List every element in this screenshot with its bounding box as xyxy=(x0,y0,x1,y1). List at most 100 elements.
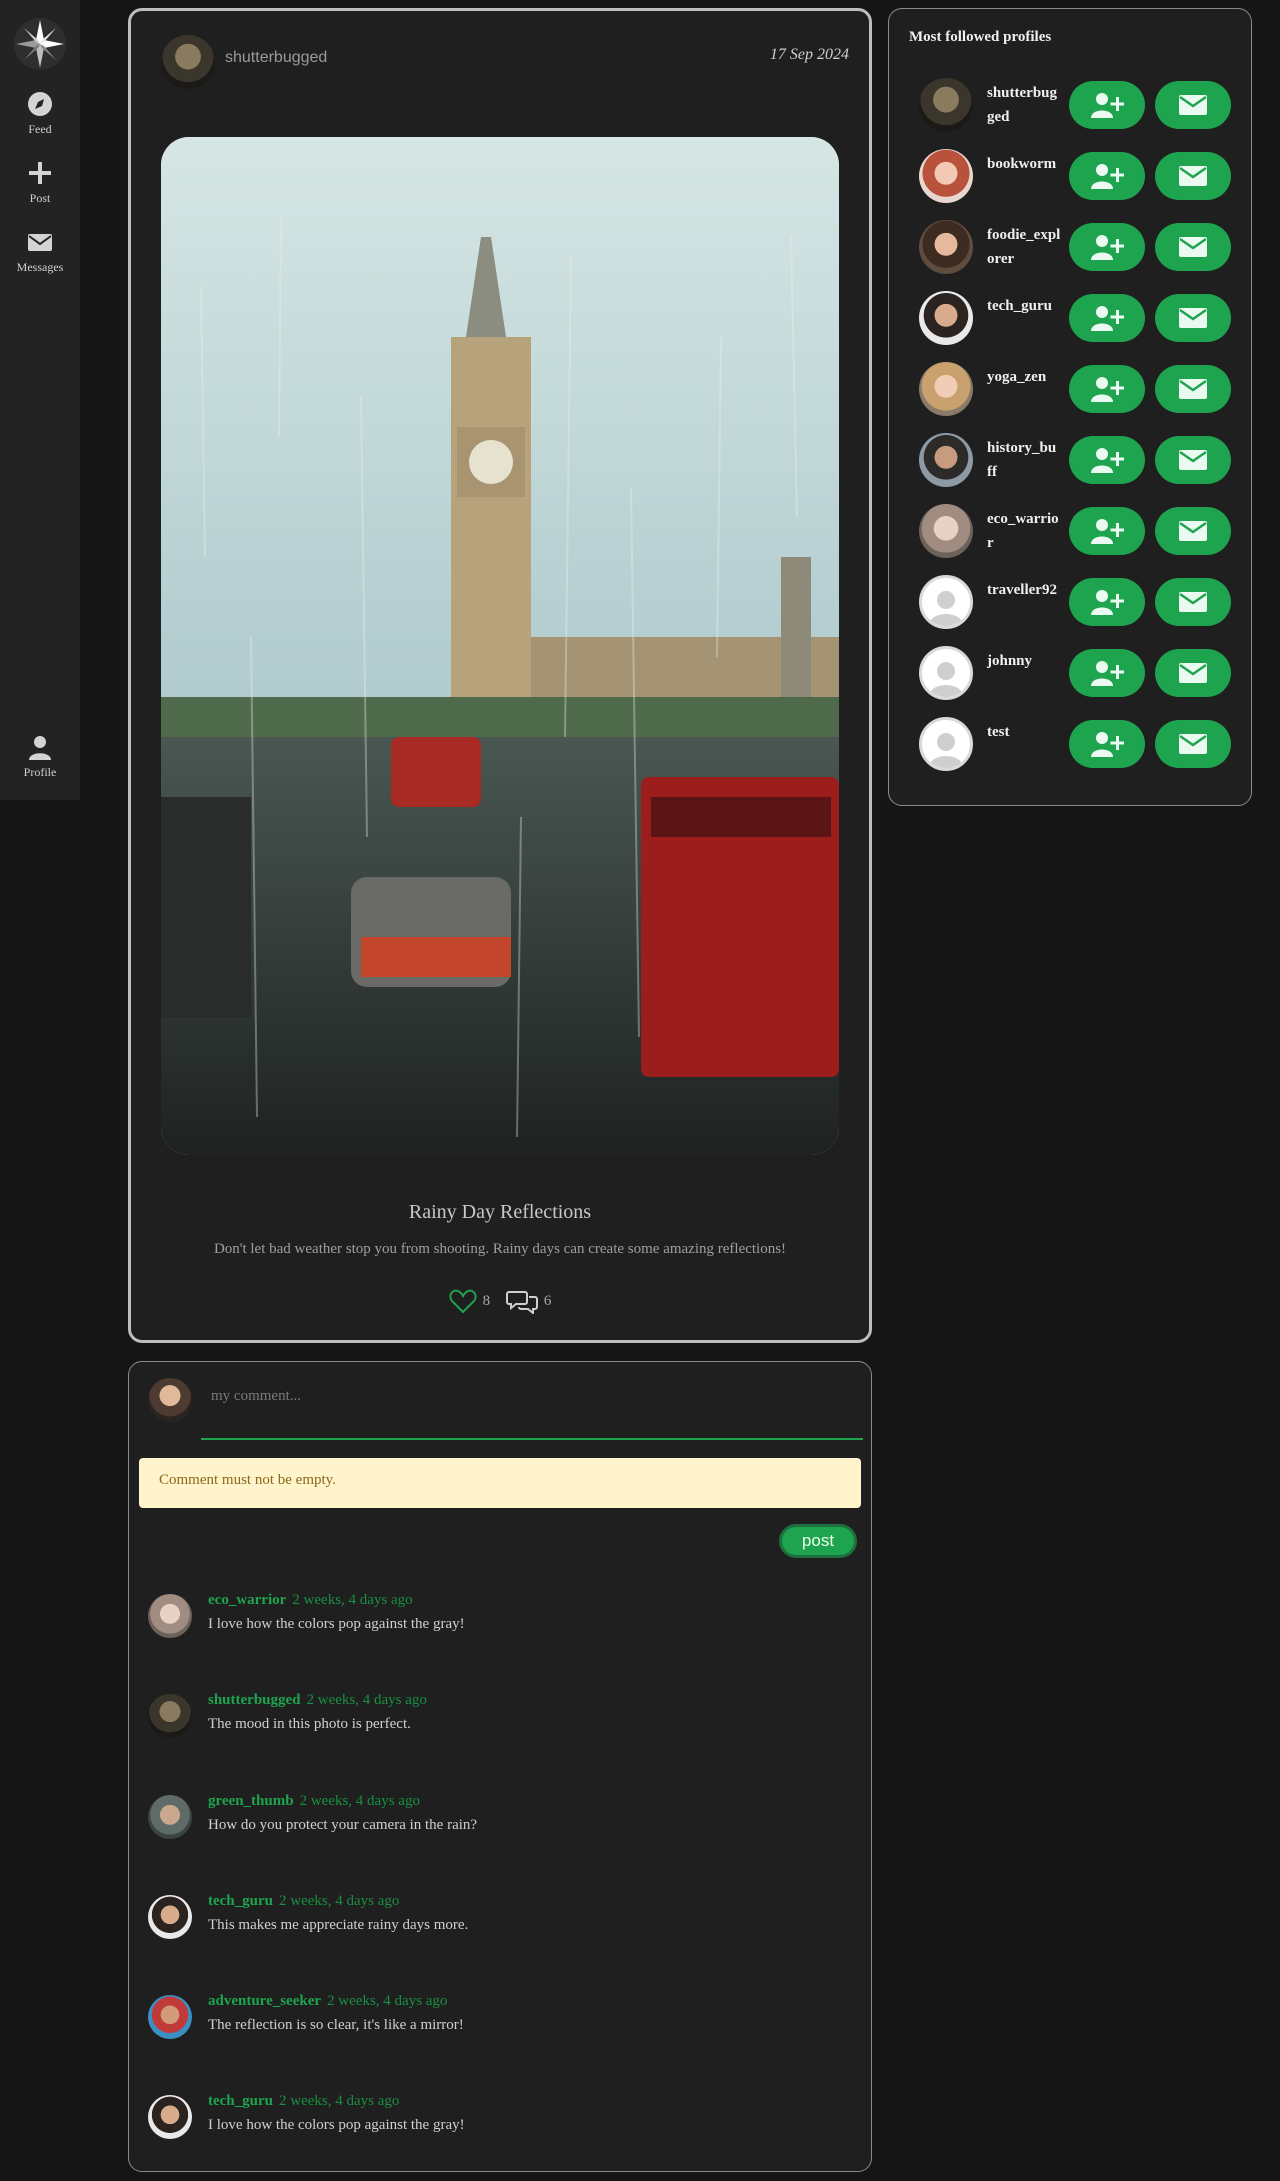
list-item: adventure_seeker 2 weeks, 4 days ago The … xyxy=(148,1993,848,2053)
message-button[interactable] xyxy=(1155,578,1231,626)
heart-icon xyxy=(449,1289,477,1314)
comment-author[interactable]: eco_warrior xyxy=(208,1592,286,1608)
profile-row: foodie_explorer xyxy=(889,217,1251,277)
profile-name[interactable]: history_buff xyxy=(987,436,1061,484)
message-button[interactable] xyxy=(1155,507,1231,555)
comment-author[interactable]: green_thumb xyxy=(208,1793,294,1809)
sidebar-item-messages[interactable]: Messages xyxy=(0,228,80,275)
avatar[interactable] xyxy=(148,1694,192,1738)
sidebar-item-label: Post xyxy=(29,191,51,205)
list-item: eco_warrior 2 weeks, 4 days ago I love ho… xyxy=(148,1592,848,1652)
sidebar-item-profile[interactable]: Profile xyxy=(0,733,80,780)
post-title: Rainy Day Reflections xyxy=(408,1201,592,1223)
post-image[interactable] xyxy=(161,137,839,1155)
profile-row: tech_guru xyxy=(889,288,1251,348)
user-plus-icon xyxy=(1091,377,1124,402)
avatar[interactable] xyxy=(148,2095,192,2139)
follow-button[interactable] xyxy=(1069,365,1145,413)
message-button[interactable] xyxy=(1155,223,1231,271)
message-button[interactable] xyxy=(1155,649,1231,697)
profile-name[interactable]: eco_warrior xyxy=(987,507,1061,555)
message-button[interactable] xyxy=(1155,720,1231,768)
most-followed-panel: Most followed profiles shutterbugged boo… xyxy=(888,8,1252,806)
comment-author[interactable]: adventure_seeker xyxy=(208,1993,321,2009)
follow-button[interactable] xyxy=(1069,152,1145,200)
panel-title: Most followed profiles xyxy=(909,29,1052,45)
profile-name[interactable]: yoga_zen xyxy=(987,365,1061,389)
profile-name[interactable]: johnny xyxy=(987,649,1061,673)
avatar[interactable] xyxy=(148,1594,192,1638)
profile-row: eco_warrior xyxy=(889,501,1251,561)
comments-button[interactable]: 6 xyxy=(505,1288,551,1314)
avatar[interactable] xyxy=(148,1895,192,1939)
comment-text: I love how the colors pop against the gr… xyxy=(208,1616,465,1632)
avatar[interactable] xyxy=(919,291,973,345)
follow-button[interactable] xyxy=(1069,81,1145,129)
avatar[interactable] xyxy=(919,220,973,274)
message-button[interactable] xyxy=(1155,365,1231,413)
avatar[interactable] xyxy=(148,1795,192,1839)
comment-author[interactable]: tech_guru xyxy=(208,1893,273,1909)
sidebar-item-label: Messages xyxy=(16,260,64,274)
list-item: shutterbugged 2 weeks, 4 days ago The moo… xyxy=(148,1692,848,1752)
default-avatar-icon[interactable] xyxy=(919,646,973,700)
error-alert: Comment must not be empty. xyxy=(139,1458,861,1508)
follow-button[interactable] xyxy=(1069,507,1145,555)
comment-text: I love how the colors pop against the gr… xyxy=(208,2117,465,2133)
sidebar-item-label: Profile xyxy=(23,765,57,779)
avatar[interactable] xyxy=(919,504,973,558)
follow-button[interactable] xyxy=(1069,578,1145,626)
profile-row: johnny xyxy=(889,643,1251,703)
envelope-icon xyxy=(1179,450,1207,470)
post-comment-button[interactable]: post xyxy=(779,1524,857,1558)
follow-button[interactable] xyxy=(1069,649,1145,697)
avatar[interactable] xyxy=(919,362,973,416)
comment-author[interactable]: tech_guru xyxy=(208,2093,273,2109)
profile-name[interactable]: bookworm xyxy=(987,152,1061,176)
envelope-icon xyxy=(1179,734,1207,754)
envelope-icon xyxy=(1179,95,1207,115)
user-plus-icon xyxy=(1091,661,1124,686)
message-button[interactable] xyxy=(1155,294,1231,342)
profile-name[interactable]: traveller92 xyxy=(987,578,1061,602)
profile-name[interactable]: shutterbugged xyxy=(987,81,1061,129)
comments-card: Comment must not be empty. post eco_warr… xyxy=(128,1361,872,2172)
user-plus-icon xyxy=(1091,235,1124,260)
envelope-icon xyxy=(1179,166,1207,186)
avatar[interactable] xyxy=(919,78,973,132)
follow-button[interactable] xyxy=(1069,720,1145,768)
envelope-icon xyxy=(26,228,54,256)
avatar[interactable] xyxy=(919,149,973,203)
comment-text: This makes me appreciate rainy days more… xyxy=(208,1917,469,1933)
post-card: shutterbugged 17 Sep 2024 Rainy Day Refl… xyxy=(128,8,872,1343)
default-avatar-icon[interactable] xyxy=(919,717,973,771)
user-plus-icon xyxy=(1091,93,1124,118)
user-plus-icon xyxy=(1091,519,1124,544)
follow-button[interactable] xyxy=(1069,436,1145,484)
follow-button[interactable] xyxy=(1069,294,1145,342)
message-button[interactable] xyxy=(1155,436,1231,484)
post-author[interactable]: shutterbugged xyxy=(225,49,327,67)
sidebar-item-feed[interactable]: Feed xyxy=(0,90,80,137)
profile-name[interactable]: foodie_explorer xyxy=(987,223,1061,271)
like-button[interactable]: 8 xyxy=(449,1288,490,1314)
list-item: tech_guru 2 weeks, 4 days ago This makes … xyxy=(148,1893,848,1953)
default-avatar-icon[interactable] xyxy=(919,575,973,629)
profile-row: history_buff xyxy=(889,430,1251,490)
message-button[interactable] xyxy=(1155,81,1231,129)
comment-text: The mood in this photo is perfect. xyxy=(208,1716,411,1732)
sidebar-item-post[interactable]: Post xyxy=(0,159,80,206)
profile-name[interactable]: tech_guru xyxy=(987,294,1061,318)
avatar[interactable] xyxy=(919,433,973,487)
message-button[interactable] xyxy=(1155,152,1231,200)
comment-author[interactable]: shutterbugged xyxy=(208,1692,301,1708)
comment-time: 2 weeks, 4 days ago xyxy=(306,1692,427,1708)
avatar[interactable] xyxy=(161,35,215,89)
profile-row: shutterbugged xyxy=(889,75,1251,135)
avatar[interactable] xyxy=(148,1995,192,2039)
profile-name[interactable]: test xyxy=(987,720,1061,744)
comment-input[interactable] xyxy=(201,1374,863,1440)
follow-button[interactable] xyxy=(1069,223,1145,271)
envelope-icon xyxy=(1179,237,1207,257)
compass-star-icon[interactable] xyxy=(14,18,66,70)
